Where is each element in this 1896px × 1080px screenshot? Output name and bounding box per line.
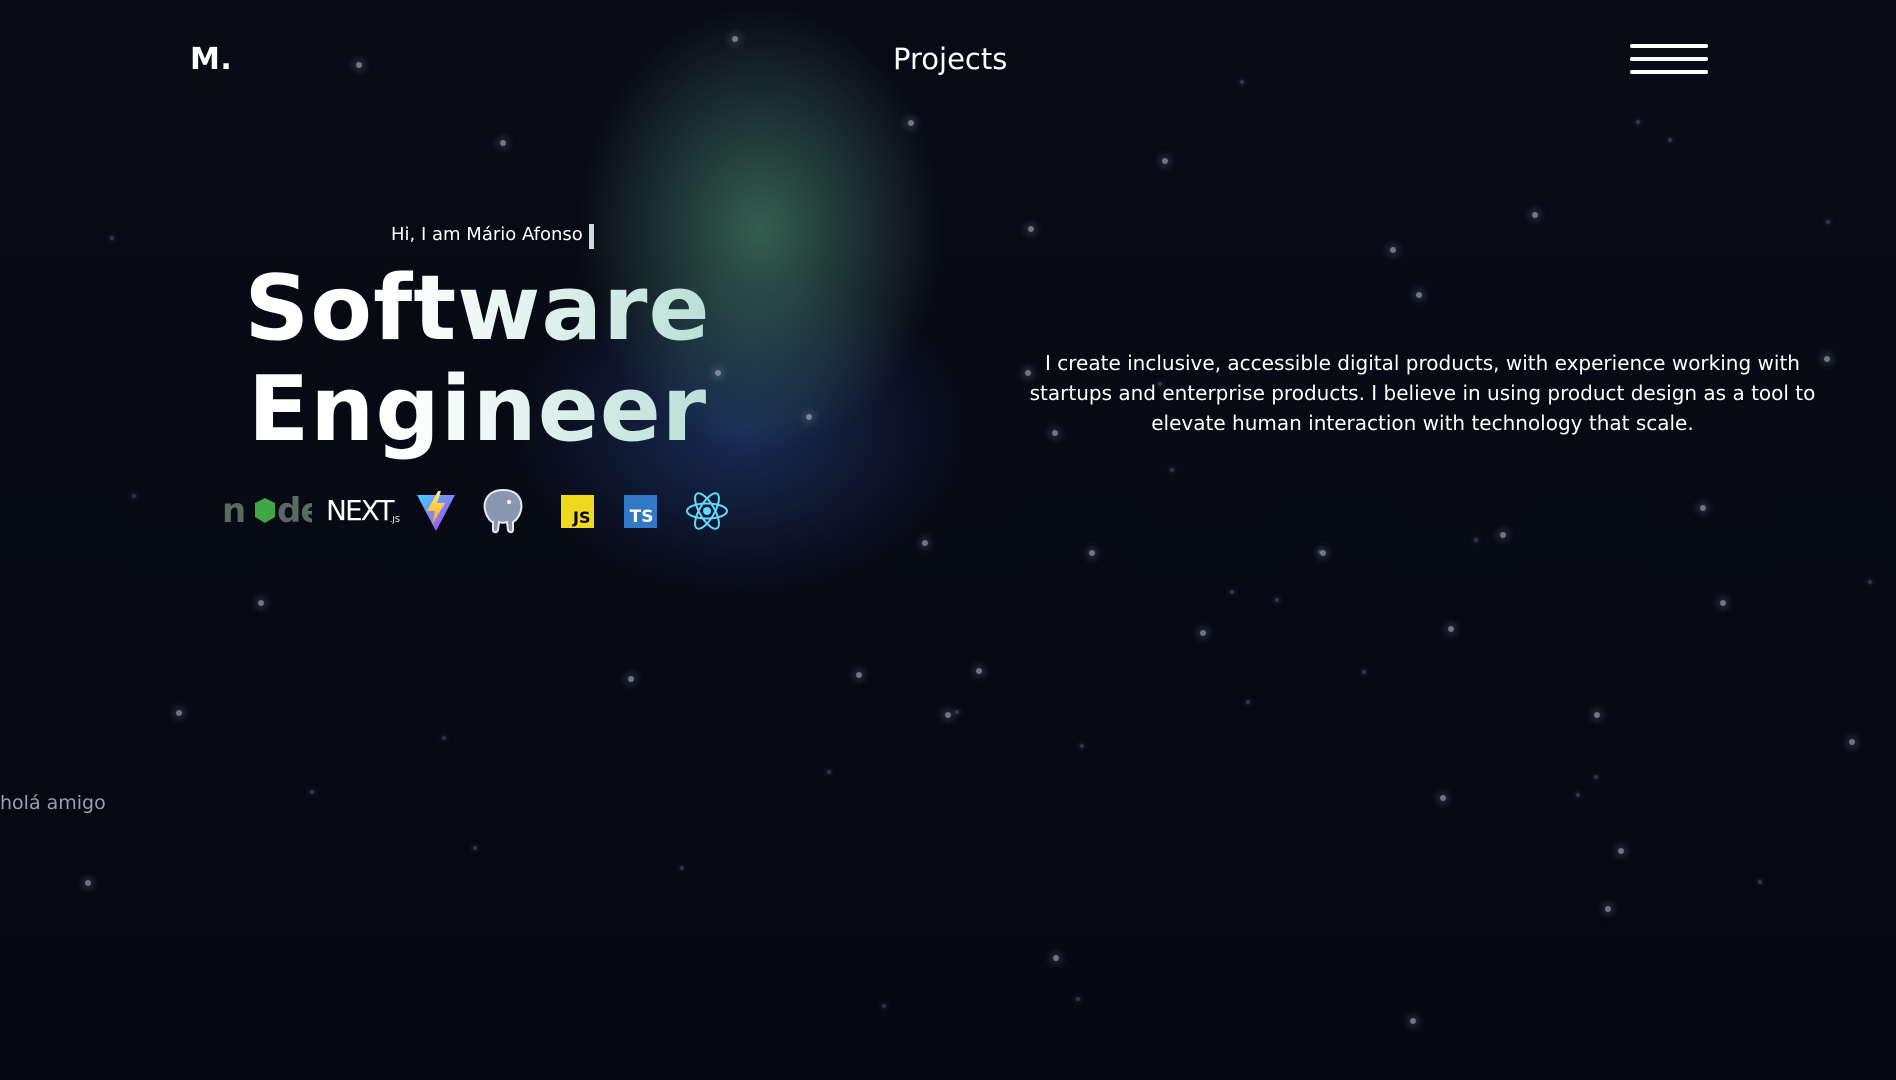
star-dot <box>1576 793 1580 797</box>
star-dot <box>1390 247 1396 253</box>
svg-text:de: de <box>277 491 312 531</box>
hero-headline: Software Engineer <box>240 258 715 460</box>
star-dot <box>882 1004 886 1008</box>
headline-line-1: Software <box>244 256 711 361</box>
js-logo-label: JS <box>573 507 591 527</box>
star-dot <box>827 770 831 774</box>
star-dot <box>1080 744 1084 748</box>
star-dot <box>806 414 812 420</box>
star-dot <box>1028 226 1034 232</box>
javascript-logo-icon: JS <box>559 484 595 538</box>
star-dot <box>132 494 136 498</box>
star-dot <box>310 790 314 794</box>
typing-cursor <box>589 224 594 249</box>
star-dot <box>922 540 928 546</box>
star-dot <box>1275 598 1279 602</box>
starfield <box>0 0 1896 1080</box>
star-dot <box>1162 158 1168 164</box>
nextjs-logo-icon: NEXT .JS <box>326 484 400 538</box>
react-logo-icon <box>685 484 729 538</box>
star-dot <box>1720 600 1726 606</box>
star-dot <box>1410 1018 1416 1024</box>
star-dot <box>1076 997 1080 1001</box>
star-dot <box>110 236 114 240</box>
svg-text:.JS: .JS <box>390 515 400 524</box>
star-dot <box>945 712 951 718</box>
star-dot <box>1200 630 1206 636</box>
star-dot <box>85 880 91 886</box>
greeting-text: Hi, I am Mário Afonso <box>391 224 583 245</box>
star-dot <box>1826 220 1830 224</box>
star-dot <box>1758 880 1762 884</box>
star-dot <box>1700 505 1706 511</box>
star-dot <box>442 736 446 740</box>
star-dot <box>1868 580 1872 584</box>
star-dot <box>1448 626 1454 632</box>
star-dot <box>1053 955 1059 961</box>
star-dot <box>1500 532 1506 538</box>
star-dot <box>732 36 738 42</box>
star-dot <box>1474 538 1478 542</box>
star-dot <box>1594 775 1598 779</box>
headline-line-2: Engineer <box>247 357 708 462</box>
nav-link-projects[interactable]: Projects <box>893 42 1007 76</box>
svg-text:n: n <box>222 491 245 531</box>
star-dot <box>715 370 721 376</box>
star-dot <box>1440 795 1446 801</box>
star-dot <box>356 62 362 68</box>
ts-logo-label: TS <box>629 506 654 527</box>
postgresql-logo-icon <box>478 484 528 538</box>
star-dot <box>1668 138 1672 142</box>
site-logo[interactable]: M. <box>190 42 232 77</box>
star-dot <box>1089 550 1095 556</box>
star-dot <box>1636 120 1640 124</box>
star-dot <box>1362 670 1366 674</box>
star-dot <box>628 676 634 682</box>
star-dot <box>1318 550 1322 554</box>
star-dot <box>1246 700 1250 704</box>
typescript-logo-icon: TS <box>622 484 658 538</box>
star-dot <box>1849 739 1855 745</box>
star-dot <box>1240 80 1244 84</box>
star-dot <box>473 846 477 850</box>
star-dot <box>680 866 684 870</box>
star-dot <box>1230 590 1234 594</box>
star-dot <box>1170 468 1174 472</box>
bio-paragraph: I create inclusive, accessible digital p… <box>1029 351 1816 435</box>
vite-logo-icon <box>414 484 458 538</box>
star-dot <box>1618 848 1624 854</box>
star-dot <box>176 710 182 716</box>
node-logo-icon: n de <box>222 484 312 538</box>
star-dot <box>908 120 914 126</box>
side-greeting-text: holá amigo <box>0 792 106 814</box>
svg-text:NEXT: NEXT <box>326 494 395 527</box>
star-dot <box>258 600 264 606</box>
star-dot <box>1594 712 1600 718</box>
page-background: M. Projects Hi, I am Mário Afonso Softwa… <box>0 0 1896 1080</box>
star-dot <box>1532 212 1538 218</box>
star-dot <box>1605 906 1611 912</box>
star-dot <box>976 668 982 674</box>
star-dot <box>500 140 506 146</box>
star-dot <box>955 710 959 714</box>
star-dot <box>1416 292 1422 298</box>
star-dot <box>856 672 862 678</box>
hamburger-menu-icon[interactable] <box>1628 42 1710 78</box>
